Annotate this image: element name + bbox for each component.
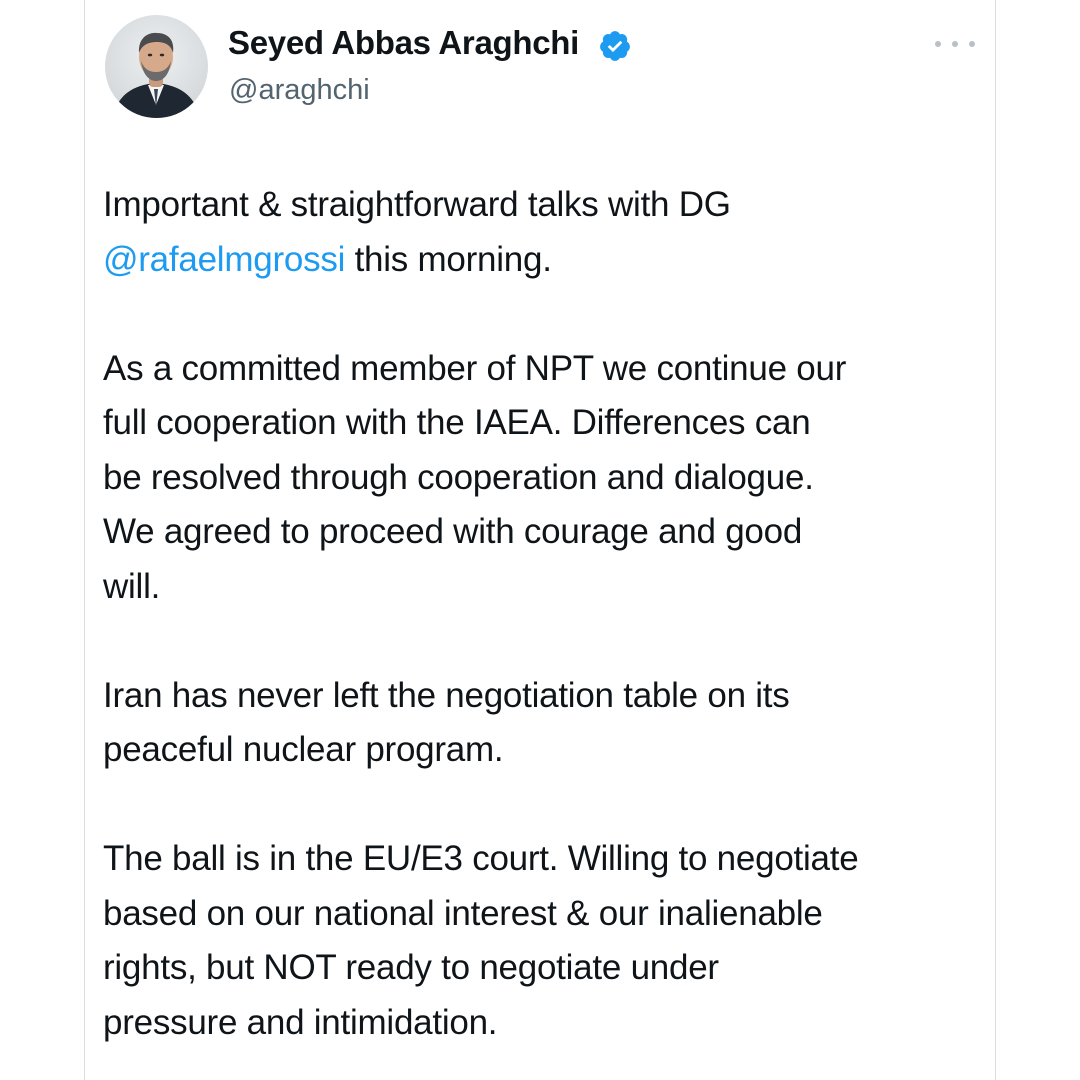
tweet-line: full cooperation with the IAEA. Differen… xyxy=(103,403,811,442)
tweet-text: Important & straightforward talks with D… xyxy=(103,178,983,1050)
tweet-line: peaceful nuclear program. xyxy=(103,730,504,769)
avatar[interactable] xyxy=(105,15,208,118)
tweet-paragraph: The ball is in the EU/E3 court. Willing … xyxy=(103,832,983,1050)
tweet-line: Important & straightforward talks with D… xyxy=(103,185,731,224)
more-dot xyxy=(935,41,941,47)
mention-link[interactable]: @rafaelmgrossi xyxy=(103,240,345,279)
tweet-line: pressure and intimidation. xyxy=(103,1002,498,1042)
tweet-line: rights, but NOT ready to negotiate under xyxy=(103,948,719,987)
tweet-paragraph: Important & straightforward talks with D… xyxy=(103,178,983,287)
avatar-photo xyxy=(105,15,208,118)
tweet-line: Iran has never left the negotiation tabl… xyxy=(103,675,790,715)
tweet-line: We agreed to proceed with courage and go… xyxy=(103,512,803,551)
more-options-icon[interactable] xyxy=(931,30,979,58)
verified-badge-icon xyxy=(600,31,630,61)
tweet-line: be resolved through cooperation and dial… xyxy=(103,457,814,497)
tweet-paragraph: As a committed member of NPT we continue… xyxy=(103,342,983,615)
tweet-line-text: this morning. xyxy=(345,239,552,279)
more-dot xyxy=(952,41,958,47)
tweet-line: @rafaelmgrossi this morning. xyxy=(103,233,983,288)
tweet-paragraph: Iran has never left the negotiation tabl… xyxy=(103,669,983,778)
tweet-line: based on our national interest & our ina… xyxy=(103,893,823,933)
author-display-name[interactable]: Seyed Abbas Araghchi xyxy=(228,24,579,62)
author-handle[interactable]: @araghchi xyxy=(229,74,370,107)
tweet-card: Seyed Abbas Araghchi @araghchi Important… xyxy=(84,0,996,1080)
tweet-line: As a committed member of NPT we continue… xyxy=(103,348,847,388)
more-dot xyxy=(969,41,975,47)
tweet-line: will. xyxy=(103,566,161,606)
tweet-line: The ball is in the EU/E3 court. Willing … xyxy=(103,839,859,878)
